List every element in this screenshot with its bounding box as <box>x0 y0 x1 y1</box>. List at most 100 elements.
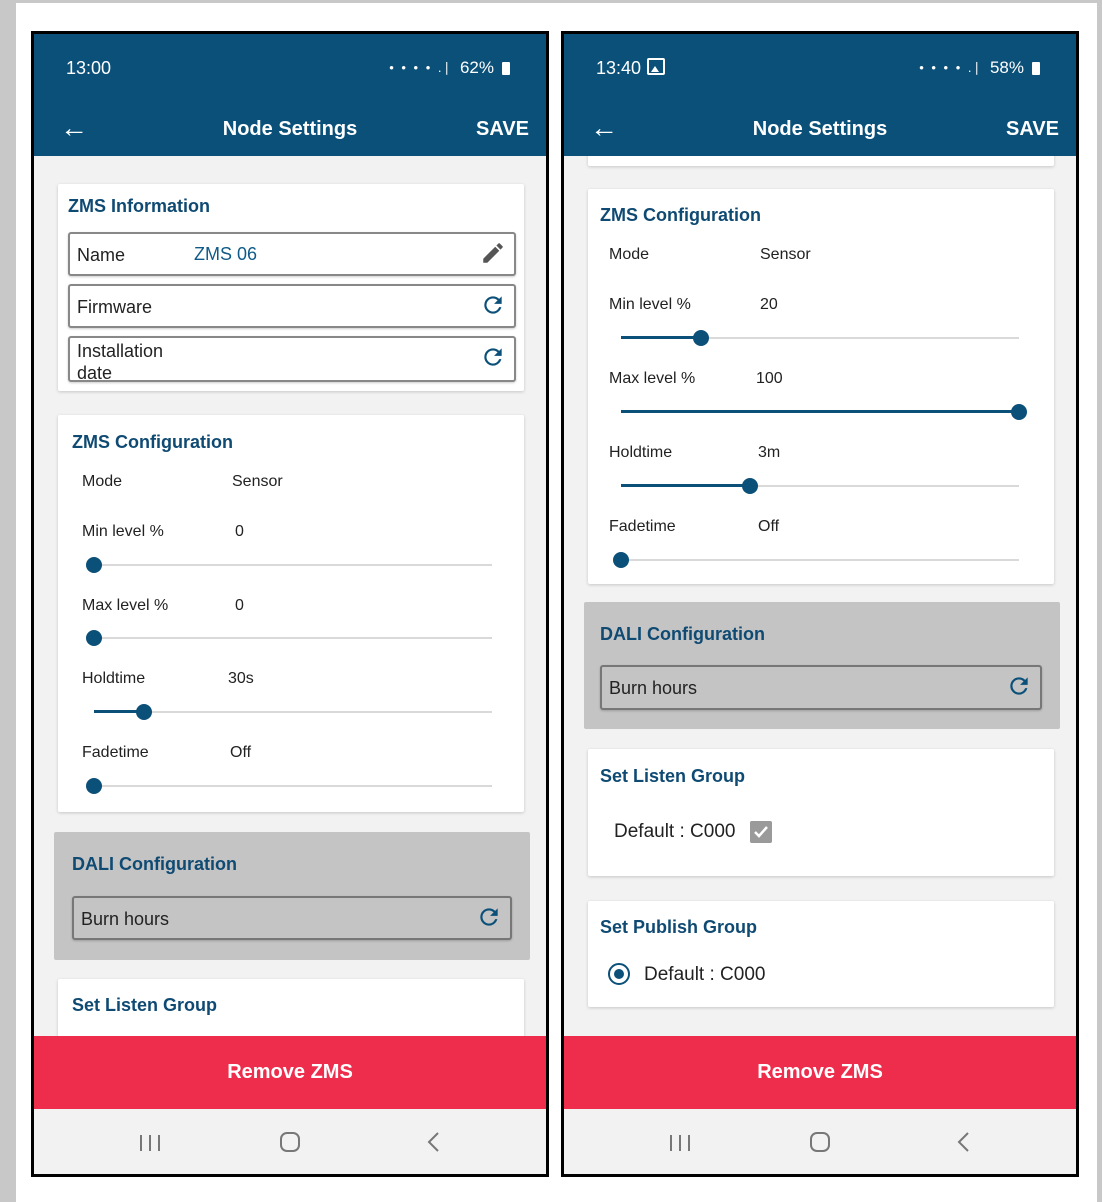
max-level-slider[interactable] <box>86 628 492 648</box>
holdtime-value: 30s <box>228 670 254 687</box>
app-bar: ← Node Settings SAVE <box>34 104 546 156</box>
save-button[interactable]: SAVE <box>476 118 529 141</box>
slider-track <box>94 564 492 566</box>
holdtime-slider[interactable] <box>621 476 1019 496</box>
slider-thumb[interactable] <box>693 330 709 346</box>
min-level-value: 20 <box>760 296 778 313</box>
set-publish-group-card: Set Publish Group Default : C000 <box>588 901 1054 1007</box>
holdtime-label: Holdtime <box>82 670 146 687</box>
holdtime-slider[interactable] <box>94 702 492 722</box>
dali-configuration-card: DALI Configuration Burn hours <box>584 602 1060 729</box>
name-field[interactable]: Name ZMS 06 <box>68 232 516 276</box>
holdtime-label: Holdtime <box>609 444 673 461</box>
listen-group-checkbox[interactable] <box>750 821 772 843</box>
zms-configuration-card: ZMS Configuration Mode Sensor Min level … <box>588 189 1054 584</box>
fadetime-label: Fadetime <box>82 744 149 761</box>
slider-fill <box>621 336 701 339</box>
fadetime-value: Off <box>758 518 780 535</box>
battery-percent: 62% <box>459 58 494 77</box>
app-bar: ← Node Settings SAVE <box>564 104 1076 156</box>
android-nav-bar <box>34 1109 546 1174</box>
dali-configuration-card: DALI Configuration Burn hours <box>54 832 530 960</box>
name-label: Name <box>77 245 126 265</box>
max-level-value: 0 <box>235 597 244 614</box>
fadetime-label: Fadetime <box>609 518 676 535</box>
slider-thumb[interactable] <box>1011 404 1027 420</box>
max-level-slider[interactable] <box>621 402 1027 422</box>
firmware-field[interactable]: Firmware <box>68 284 516 328</box>
status-bar: 13:00 • • • • .∣ 62% <box>34 34 546 104</box>
page-title: Node Settings <box>222 118 358 140</box>
installation-date-field[interactable]: Installation date <box>68 336 516 383</box>
battery-percent: 58% <box>989 58 1024 77</box>
zms-configuration-title: ZMS Configuration <box>72 432 233 452</box>
set-listen-group-card: Set Listen Group Default : C000 <box>588 749 1054 876</box>
zms-configuration-card: ZMS Configuration Mode Sensor Min level … <box>58 415 524 812</box>
slider-thumb[interactable] <box>136 704 152 720</box>
fadetime-slider[interactable] <box>613 550 1019 570</box>
zms-configuration-title: ZMS Configuration <box>600 205 761 225</box>
max-level-label: Max level % <box>609 370 696 387</box>
slider-track <box>94 637 492 639</box>
settings-content[interactable]: ZMS Configuration Mode Sensor Min level … <box>564 156 1076 1036</box>
recent-apps-icon[interactable] <box>660 1125 700 1159</box>
mode-value[interactable]: Sensor <box>232 473 283 491</box>
status-icons: • • • • .∣ <box>919 60 982 75</box>
remove-zms-button[interactable]: Remove ZMS <box>34 1036 546 1109</box>
dali-configuration-title: DALI Configuration <box>600 624 765 644</box>
status-time: 13:00 <box>66 58 112 78</box>
back-nav-icon[interactable] <box>944 1125 984 1159</box>
recent-apps-icon[interactable] <box>130 1125 170 1159</box>
edit-pencil-icon[interactable] <box>480 240 506 266</box>
dali-configuration-title: DALI Configuration <box>72 854 237 874</box>
max-level-label: Max level % <box>82 597 169 614</box>
firmware-label: Firmware <box>77 297 152 317</box>
set-listen-group-card: Set Listen Group <box>58 979 524 1036</box>
set-publish-group-title: Set Publish Group <box>600 917 758 937</box>
set-listen-group-title: Set Listen Group <box>600 766 746 786</box>
status-bar: 13:40 • • • • .∣ 58% <box>564 34 1076 104</box>
back-nav-icon[interactable] <box>414 1125 454 1159</box>
status-time-text: 13:40 <box>596 58 642 78</box>
min-level-slider[interactable] <box>621 328 1019 348</box>
slider-fill <box>621 410 1019 413</box>
image-notification-icon <box>647 58 666 75</box>
refresh-icon[interactable] <box>1006 673 1032 699</box>
mode-value[interactable]: Sensor <box>760 246 811 264</box>
slider-track <box>621 559 1019 561</box>
min-level-label: Min level % <box>82 523 164 540</box>
refresh-icon[interactable] <box>476 904 502 930</box>
slider-thumb[interactable] <box>742 478 758 494</box>
settings-content[interactable]: ZMS Information Name ZMS 06 Firmware Ins… <box>34 156 546 1036</box>
status-indicators: • • • • .∣ 62% <box>389 58 510 78</box>
slider-thumb[interactable] <box>86 630 102 646</box>
zms-information-card <box>588 156 1054 166</box>
publish-group-default-label: Default : C000 <box>644 964 766 985</box>
burn-hours-field[interactable]: Burn hours <box>600 665 1042 710</box>
slider-track <box>94 785 492 787</box>
listen-group-default-label: Default : C000 <box>614 821 736 842</box>
refresh-icon[interactable] <box>480 292 506 318</box>
phone-screen-right: 13:40 • • • • .∣ 58% ← Node Settings SAV… <box>561 31 1079 1177</box>
home-icon[interactable] <box>800 1125 840 1159</box>
refresh-icon[interactable] <box>480 344 506 370</box>
publish-group-radio[interactable] <box>608 963 630 985</box>
slider-thumb[interactable] <box>86 778 102 794</box>
page-title: Node Settings <box>752 118 888 140</box>
remove-zms-button[interactable]: Remove ZMS <box>564 1036 1076 1109</box>
slider-thumb[interactable] <box>613 552 629 568</box>
min-level-slider[interactable] <box>86 555 492 575</box>
battery-icon <box>502 61 510 75</box>
home-icon[interactable] <box>270 1125 310 1159</box>
mode-label: Mode <box>82 473 123 490</box>
set-listen-group-title: Set Listen Group <box>72 995 218 1015</box>
min-level-value: 0 <box>235 523 244 540</box>
save-button[interactable]: SAVE <box>1006 118 1059 141</box>
battery-icon <box>1032 61 1040 75</box>
fadetime-slider[interactable] <box>86 776 492 796</box>
status-time: 13:40 <box>596 58 666 79</box>
slider-thumb[interactable] <box>86 557 102 573</box>
status-icons: • • • • .∣ <box>389 60 452 75</box>
burn-hours-field[interactable]: Burn hours <box>72 896 512 940</box>
status-indicators: • • • • .∣ 58% <box>919 58 1040 78</box>
